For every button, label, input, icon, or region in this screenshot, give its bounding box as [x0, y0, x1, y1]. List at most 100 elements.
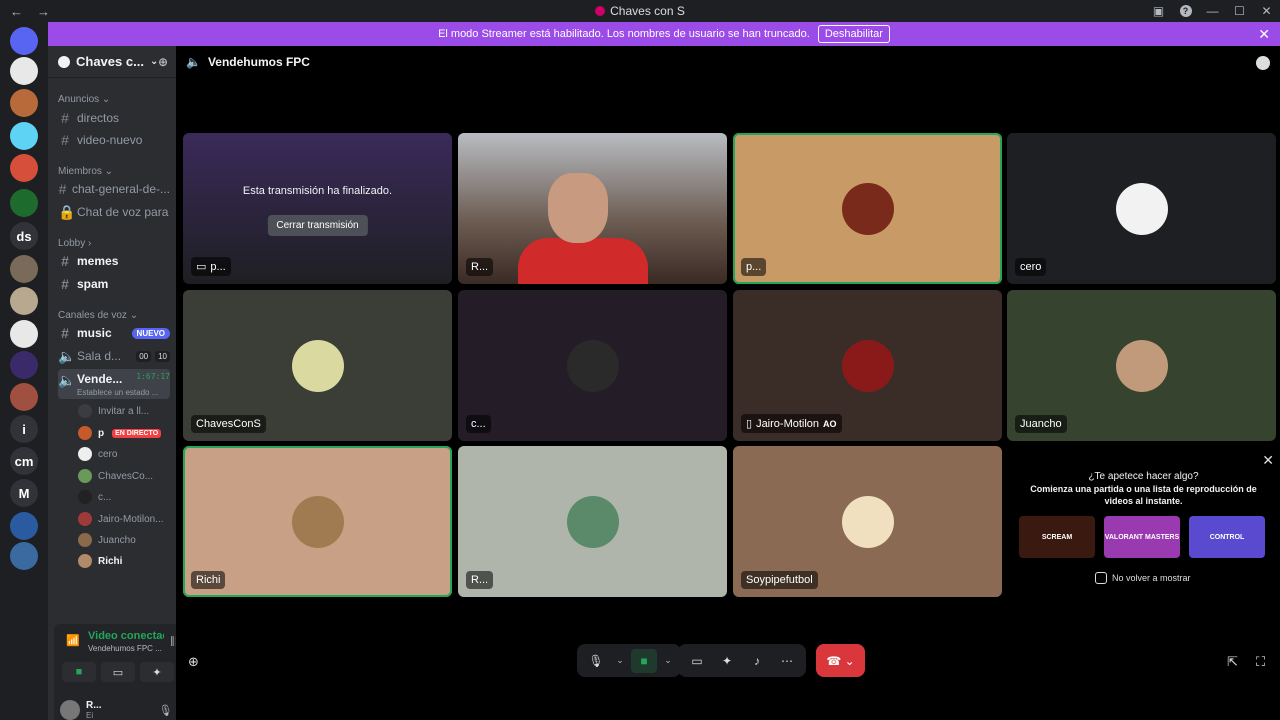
checkbox-icon[interactable]: [1095, 572, 1107, 584]
game-card[interactable]: VALORANT MASTERS: [1104, 516, 1180, 558]
game-card[interactable]: SCREAM: [1019, 516, 1095, 558]
channel-music[interactable]: # music NUEVO: [58, 323, 170, 343]
microphone-icon[interactable]: 🎙: [583, 649, 609, 673]
invite-user-icon[interactable]: ⊕: [188, 654, 199, 670]
voice-user-name: p: [98, 427, 105, 439]
category-miembros[interactable]: Miembros ⌄: [58, 166, 113, 177]
participant-tile[interactable]: Soypipefutbol: [733, 446, 1002, 597]
server-icon[interactable]: [10, 122, 38, 150]
channel-chat-voz[interactable]: 🔒Chat de voz para ...: [58, 202, 170, 222]
back-arrow-icon[interactable]: ←: [10, 4, 23, 19]
server-icon[interactable]: [10, 320, 38, 348]
server-icon[interactable]: [10, 89, 38, 117]
channel-video-nuevo[interactable]: # video-nuevo: [58, 130, 170, 150]
webcam-video: [548, 173, 608, 243]
server-icon[interactable]: M: [10, 479, 38, 507]
maximize-button[interactable]: ☐: [1226, 0, 1253, 22]
participant-tile[interactable]: Juancho: [1007, 290, 1276, 441]
close-window-button[interactable]: ✕: [1253, 0, 1280, 22]
voice-connected-channel[interactable]: Vendehumos FPC ...: [88, 644, 164, 653]
inbox-icon[interactable]: ▣: [1145, 0, 1172, 22]
disconnect-button[interactable]: ☎ ⌄: [816, 644, 865, 677]
participant-tile[interactable]: c...: [458, 290, 727, 441]
participant-name-label: Juancho: [1015, 415, 1067, 433]
activities-icon[interactable]: ✦: [714, 649, 740, 673]
close-icon[interactable]: ✕: [1262, 452, 1274, 469]
avatar: [566, 339, 619, 392]
minimize-button[interactable]: —: [1199, 0, 1226, 22]
chevron-down-icon[interactable]: ⌄: [661, 649, 675, 673]
new-badge: NUEVO: [131, 327, 170, 339]
soundboard-icon[interactable]: ♪: [744, 649, 770, 673]
more-icon[interactable]: ⋯: [774, 649, 800, 673]
voice-user[interactable]: p EN DIRECTO: [78, 424, 168, 442]
channel-sala[interactable]: 🔈 Sala d... 00 10: [58, 346, 170, 366]
help-icon[interactable]: ?: [1172, 0, 1199, 22]
category-lobby[interactable]: Lobby ›: [58, 238, 91, 249]
channel-spam[interactable]: # spam: [58, 274, 170, 294]
participant-name: Juancho: [1020, 418, 1062, 430]
server-icon[interactable]: [10, 542, 38, 570]
server-icon[interactable]: [10, 383, 38, 411]
screen-share-icon[interactable]: ▭: [684, 649, 710, 673]
close-icon[interactable]: ✕: [1258, 26, 1270, 43]
server-icon[interactable]: [10, 57, 38, 85]
voice-user[interactable]: Jairo-Motilon...: [78, 510, 168, 528]
camera-icon[interactable]: ■: [631, 648, 657, 673]
participant-tile[interactable]: R...: [458, 133, 727, 284]
add-user-icon[interactable]: ⊕: [158, 55, 168, 69]
voice-user[interactable]: cero: [78, 445, 168, 463]
fullscreen-icon[interactable]: ⛶: [1256, 654, 1265, 670]
server-icon[interactable]: [10, 351, 38, 379]
server-icon[interactable]: [10, 255, 38, 283]
close-stream-button[interactable]: Cerrar transmisión: [267, 215, 368, 236]
voice-user[interactable]: c...: [78, 488, 168, 506]
disable-streamer-button[interactable]: Deshabilitar: [817, 25, 890, 43]
participant-tile[interactable]: ChavesConS: [183, 290, 452, 441]
camera-button[interactable]: ■: [62, 662, 96, 682]
participant-tile[interactable]: Esta transmisión ha finalizado. Cerrar tr…: [183, 133, 452, 284]
channel-memes[interactable]: # memes: [58, 251, 170, 271]
activities-button[interactable]: ✦: [140, 662, 174, 682]
voice-user[interactable]: Juancho: [78, 531, 168, 549]
participant-tile[interactable]: cero: [1007, 133, 1276, 284]
chevron-down-icon[interactable]: ⌄: [613, 649, 627, 673]
server-icon[interactable]: ds: [10, 222, 38, 250]
server-icon[interactable]: [10, 154, 38, 182]
server-header[interactable]: Chaves c... ⌄ ⊕: [48, 46, 176, 78]
server-icon[interactable]: [10, 512, 38, 540]
server-icon[interactable]: [10, 189, 38, 217]
voice-user-name: ChavesCo...: [98, 470, 154, 482]
forward-arrow-icon[interactable]: →: [37, 4, 50, 19]
voice-connected-title: Video conectac: [88, 630, 164, 642]
webcam-video-shirt: [518, 238, 648, 284]
participant-tile[interactable]: ▯ Jairo-Motilon AO: [733, 290, 1002, 441]
popout-icon[interactable]: ⇱: [1227, 654, 1238, 670]
participant-tile[interactable]: R...: [458, 446, 727, 597]
hash-icon: #: [61, 276, 69, 292]
invite-to-voice[interactable]: Invitar a ll...: [78, 402, 168, 420]
server-icon[interactable]: i: [10, 415, 38, 443]
participant-name: Richi: [196, 574, 221, 586]
game-card[interactable]: CONTROL: [1189, 516, 1265, 558]
channel-directos[interactable]: # directos: [58, 108, 170, 128]
chat-icon[interactable]: [1256, 56, 1270, 70]
screen-share-button[interactable]: ▭: [101, 662, 135, 682]
channel-chat-general[interactable]: # chat-general-de-...: [58, 179, 170, 199]
microphone-icon[interactable]: 🎙: [158, 704, 172, 717]
voice-status-text[interactable]: Establece un estado ...: [77, 388, 158, 397]
dont-show-again-checkbox[interactable]: No volver a mostrar: [1095, 572, 1191, 584]
participant-tile[interactable]: p...: [733, 133, 1002, 284]
voice-user[interactable]: Richi: [78, 552, 168, 570]
server-icon[interactable]: cm: [10, 447, 38, 475]
category-voz[interactable]: Canales de voz ⌄: [58, 310, 138, 321]
avatar: [78, 447, 92, 461]
category-anuncios[interactable]: Anuncios ⌄: [58, 94, 110, 105]
participant-tile[interactable]: Richi: [183, 446, 452, 597]
signal-icon[interactable]: 📶: [66, 634, 80, 648]
channel-title: Vendehumos FPC: [207, 55, 310, 69]
avatar[interactable]: [60, 700, 80, 720]
server-icon[interactable]: [10, 287, 38, 315]
server-icon[interactable]: [10, 27, 38, 55]
voice-user[interactable]: ChavesCo...: [78, 467, 168, 485]
